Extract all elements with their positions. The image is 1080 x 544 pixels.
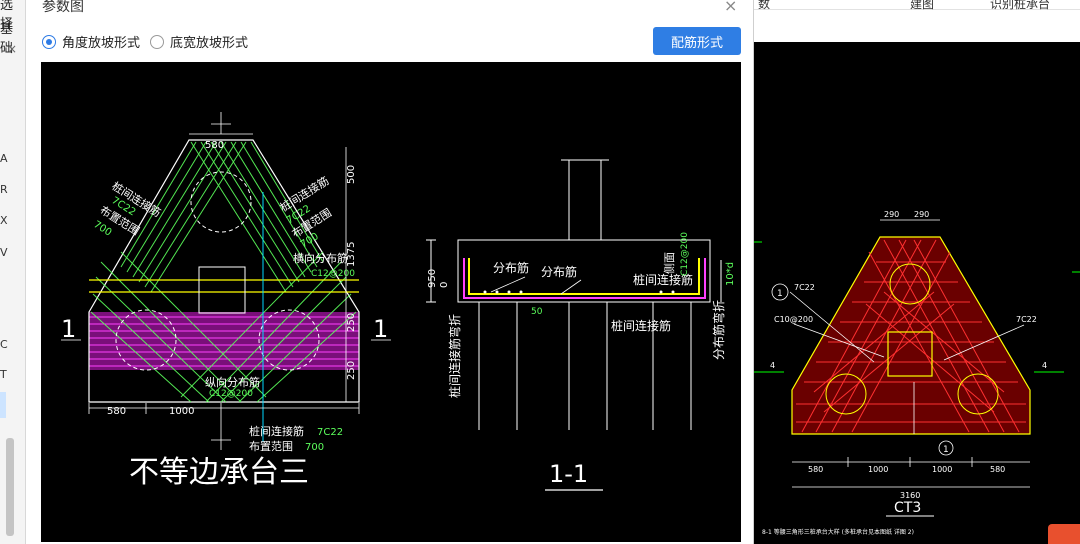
reference-drawing: 290 290 580 1000 1000 580 3160 7C22 7C22…: [754, 210, 1080, 536]
section-vertical-label-right: 分布筋弯折: [711, 300, 726, 360]
dim-top: 580: [205, 140, 224, 151]
ref-dim-bottom-3: 1000: [932, 465, 952, 474]
leader-line: [560, 279, 582, 295]
ref-dim-bottom-2: 1000: [868, 465, 888, 474]
label-pile-conn-bottom: 桩间连接筋: [249, 424, 304, 438]
section-vertical-label-10d: 10*d: [725, 262, 736, 286]
ref-marker-1: 1: [777, 289, 783, 299]
section-side-label: 侧面: [663, 252, 676, 274]
section-vertical-label-left: 桩间连接筋弯折: [447, 314, 462, 398]
host-scrollbar[interactable]: [6, 438, 14, 536]
column-outline: [198, 266, 246, 314]
radio-angle-slope-label[interactable]: 角度放坡形式: [62, 32, 140, 51]
host-side-letter: T: [0, 368, 7, 381]
reference-drawing-canvas: 290 290 580 1000 1000 580 3160 7C22 7C22…: [754, 42, 1080, 544]
section-dim-0: 0: [439, 282, 450, 288]
section-pile-conn-label-2: 桩间连接筋: [611, 318, 671, 333]
ref-title: CT3: [894, 500, 921, 516]
host-selected-row[interactable]: [0, 392, 6, 418]
host-left-panel: 选择 基础 × A R X V C T: [0, 0, 26, 544]
section-dim-950: 950: [427, 269, 438, 288]
radio-angle-slope[interactable]: [42, 34, 56, 49]
host-tab-build[interactable]: 建图: [910, 0, 934, 12]
screen: 选择 基础 × A R X V C T 参数图 × 角度放坡形式 底宽放坡形式 …: [0, 0, 1080, 544]
host-right-panel: 数 建图 识别桩承台 290 290 580 1000 1000 580 316…: [754, 0, 1080, 544]
dim-right-3: 250: [346, 313, 357, 332]
section-dist-label-2: 分布筋: [541, 264, 577, 279]
ref-side-mark-right: 4: [1042, 361, 1047, 370]
ref-dim-top-1: 290: [884, 210, 899, 219]
dim-right-4: 250: [346, 361, 357, 380]
section-title: 1-1: [549, 460, 588, 488]
rebar-form-button[interactable]: 配筋形式: [653, 27, 741, 55]
radio-bottom-width-slope-label[interactable]: 底宽放坡形式: [170, 32, 248, 51]
leader-line: [490, 276, 526, 293]
close-icon[interactable]: ×: [7, 42, 17, 56]
dim-right-1: 500: [346, 165, 357, 184]
ref-dim-total: 3160: [900, 491, 920, 500]
section-mark-left: 1: [61, 315, 76, 343]
section-view: 分布筋 分布筋 桩间连接筋 桩间连接筋 桩间连接筋弯折 分布筋弯折 10*d 侧…: [426, 159, 736, 491]
parameter-dialog: 参数图 × 角度放坡形式 底宽放坡形式 配筋形式 580 500 1375 25…: [26, 0, 754, 544]
ref-dim-top-2: 290: [914, 210, 929, 219]
radio-bottom-width-slope[interactable]: [150, 34, 165, 49]
host-tab-number[interactable]: 数: [758, 0, 770, 12]
host-side-letter: V: [0, 246, 8, 259]
slope-mode-radio-group: 角度放坡形式 底宽放坡形式: [42, 32, 258, 51]
host-tab-recognize-cap[interactable]: 识别桩承台: [990, 0, 1050, 12]
ref-rebar-right: 7C22: [1016, 315, 1037, 324]
section-dist-label-1: 分布筋: [493, 260, 529, 275]
ref-side-mark-left: 4: [770, 361, 775, 370]
corner-badge: [1048, 524, 1080, 544]
ref-caption: 8-1 等腰三角形三桩承台大样 (多桩承台见本图纸 详图 2): [762, 528, 914, 536]
label-longitudinal-dist: 纵向分布筋: [205, 375, 260, 389]
label-7c22-bottom: 7C22: [317, 427, 343, 438]
plan-view: 580 500 1375 250 250 580 1000 1 1 桩间连接筋 …: [61, 112, 391, 490]
ref-marker-1b: 1: [943, 445, 949, 455]
label-range-bottom: 布置范围: [249, 439, 293, 453]
label-longitudinal-spec: C12@200: [209, 389, 253, 399]
dialog-title: 参数图: [42, 0, 84, 15]
label-transverse-spec: C12@200: [311, 269, 355, 279]
section-side-spec: C12@200: [680, 232, 690, 276]
dim-bottom-2: 1000: [169, 406, 194, 417]
host-side-letter: X: [0, 214, 8, 227]
label-transverse-dist: 横向分布筋: [293, 251, 348, 265]
host-side-letter: R: [0, 183, 8, 196]
section-mark-right: 1: [373, 315, 388, 343]
dim-bottom-1: 580: [107, 406, 126, 417]
ref-rebar-left: 7C22: [794, 283, 815, 292]
label-700-bottom: 700: [305, 442, 324, 453]
ref-dim-bottom-1: 580: [808, 465, 823, 474]
host-right-tabs: 数 建图 识别桩承台: [754, 0, 1080, 12]
ref-dim-bottom-4: 580: [990, 465, 1005, 474]
ref-rebar-mid: C10@200: [774, 315, 813, 324]
host-side-letter: C: [0, 338, 8, 351]
dialog-close-icon[interactable]: ×: [724, 0, 737, 15]
host-side-letter: A: [0, 152, 8, 165]
main-drawing-title: 不等边承台三: [129, 455, 309, 490]
parameter-drawing-canvas: 580 500 1375 250 250 580 1000 1 1 桩间连接筋 …: [41, 62, 741, 542]
parameter-drawing: 580 500 1375 250 250 580 1000 1 1 桩间连接筋 …: [61, 112, 736, 491]
section-dim-50: 50: [531, 307, 543, 317]
